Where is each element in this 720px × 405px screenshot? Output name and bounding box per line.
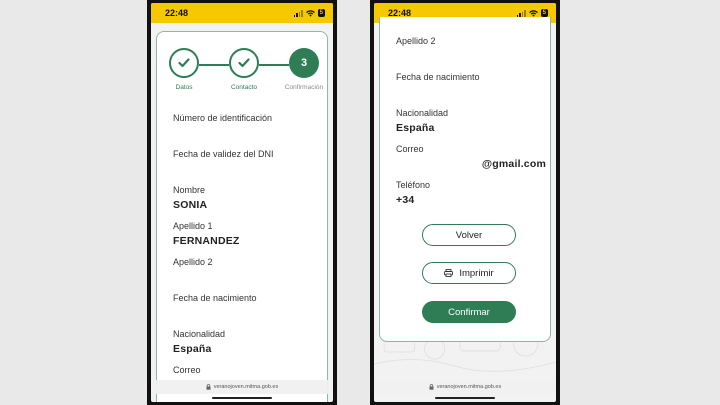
home-indicator[interactable] — [435, 397, 495, 399]
url-bar[interactable]: veranojoven.mitma.gob.es — [151, 380, 333, 394]
confirm-button[interactable]: Confirmar — [422, 301, 516, 323]
surname1-label: Apellido 1 — [173, 221, 213, 231]
stepper: 3 Datos Contacto Confirmación — [169, 48, 323, 98]
status-bar: 22:48 5 — [151, 3, 333, 23]
email-value: @gmail.com — [481, 158, 546, 170]
left-phone: 22:48 5 3 Datos Contacto Confirmación Nú… — [147, 0, 337, 405]
nationality-value: España — [396, 122, 435, 134]
step-contacto[interactable] — [229, 48, 259, 78]
status-icons: 5 — [516, 9, 548, 17]
step-label-datos: Datos — [175, 84, 193, 91]
wifi-icon — [528, 9, 538, 17]
phone-value: +34 — [396, 194, 415, 206]
signal-icon — [516, 9, 526, 17]
status-time: 22:48 — [165, 8, 189, 18]
print-button-label: Imprimir — [459, 267, 494, 279]
signal-icon — [293, 9, 303, 17]
email-label: Correo — [173, 365, 201, 375]
form-card: 3 Datos Contacto Confirmación Número de … — [156, 31, 328, 402]
nationality-value: España — [173, 343, 212, 355]
wifi-icon — [305, 9, 315, 17]
surname1-value: FERNANDEZ — [173, 235, 240, 247]
status-icons: 5 — [293, 9, 325, 17]
url-text: veranojoven.mitma.gob.es — [213, 384, 279, 390]
confirm-button-label: Confirmar — [448, 306, 490, 318]
phone-label: Teléfono — [396, 180, 431, 190]
email-label: Correo — [396, 144, 424, 154]
nationality-label: Nacionalidad — [396, 108, 449, 118]
surname2-label: Apellido 2 — [173, 257, 213, 267]
id-label: Número de identificación — [173, 113, 273, 123]
surname2-label: Apellido 2 — [396, 36, 436, 46]
step-connector — [199, 64, 229, 66]
form-card: Apellido 2 Fecha de nacimiento Nacionali… — [379, 17, 551, 342]
lock-icon — [206, 384, 211, 390]
step-label-confirmacion: Confirmación — [284, 84, 324, 91]
back-button[interactable]: Volver — [422, 224, 516, 246]
back-button-label: Volver — [455, 229, 483, 241]
step-label-contacto: Contacto — [230, 84, 258, 91]
url-text: veranojoven.mitma.gob.es — [436, 384, 502, 390]
battery-icon: 5 — [317, 9, 325, 17]
url-bar[interactable]: veranojoven.mitma.gob.es — [374, 380, 556, 394]
battery-icon: 5 — [540, 9, 548, 17]
dni-validity-label: Fecha de validez del DNI — [173, 149, 274, 159]
birthdate-label: Fecha de nacimiento — [173, 293, 257, 303]
print-button[interactable]: Imprimir — [422, 262, 516, 284]
name-value: SONIA — [173, 199, 208, 211]
home-indicator[interactable] — [212, 397, 272, 399]
printer-icon — [444, 269, 454, 277]
name-label: Nombre — [173, 185, 206, 195]
nationality-label: Nacionalidad — [173, 329, 226, 339]
birthdate-label: Fecha de nacimiento — [396, 72, 480, 82]
lock-icon — [429, 384, 434, 390]
check-icon — [178, 58, 190, 68]
left-screen: 22:48 5 3 Datos Contacto Confirmación Nú… — [151, 3, 333, 402]
step-datos[interactable] — [169, 48, 199, 78]
right-screen: 22:48 5 Apellido 2 Fecha de nacimiento N… — [374, 3, 556, 402]
step-connector — [259, 64, 289, 66]
right-phone: 22:48 5 Apellido 2 Fecha de nacimiento N… — [370, 0, 560, 405]
step-confirmacion[interactable]: 3 — [289, 48, 319, 78]
check-icon — [238, 58, 250, 68]
